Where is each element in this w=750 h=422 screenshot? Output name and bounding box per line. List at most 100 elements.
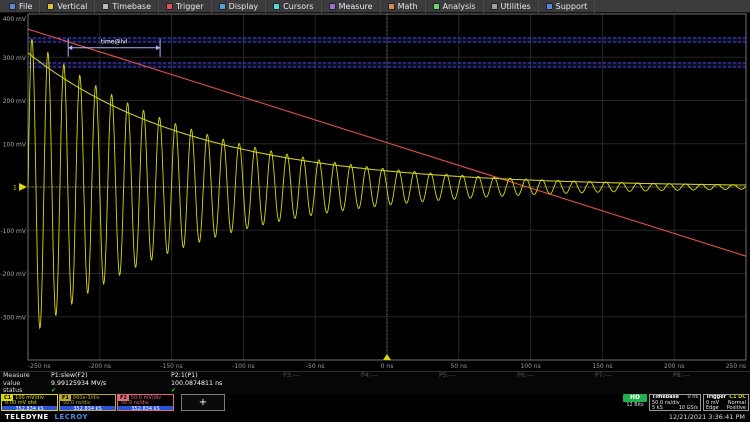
gate-arrowhead-right (156, 45, 160, 50)
measure-name-p4[interactable]: P4:--- (358, 372, 436, 380)
measure-row-label-value: value (0, 380, 48, 388)
x-axis-label: -150 ns (160, 363, 182, 370)
y-axis-label: -300 mV (1, 314, 27, 321)
status-bar: TELEDYNE LECROY 12/21/2021 3:36:41 PM (0, 411, 750, 422)
measure-table: MeasureP1:slew(F2)P2:1(P1)P3:---P4:---P5… (0, 371, 750, 394)
analysis-icon (433, 3, 440, 10)
support-icon (546, 3, 553, 10)
menu-item-display[interactable]: Display (212, 0, 267, 13)
acquisition-status-cluster: HD 12 Bits Timebase 0 ns 50.0 ns/div 5 k… (623, 394, 749, 411)
y-axis-label: 100 mV (3, 141, 27, 148)
menu-item-label: Cursors (283, 2, 313, 11)
measure-name-p3[interactable]: P3:--- (280, 372, 358, 380)
y-axis-label: 400 mV (3, 16, 27, 23)
menu-item-label: Analysis (443, 2, 476, 11)
cursors-icon (273, 3, 280, 10)
clock-datetime: 12/21/2021 3:36:41 PM (669, 413, 745, 421)
x-axis-label: 100 ns (520, 363, 540, 370)
measure-status-p3 (280, 387, 358, 395)
trigger-time-marker[interactable] (383, 354, 391, 360)
x-axis-label: -200 ns (89, 363, 111, 370)
menu-item-label: Measure (339, 2, 373, 11)
y-axis-label: 200 mV (3, 98, 27, 105)
menu-item-label: Math (398, 2, 418, 11)
menu-item-utilities[interactable]: Utilities (484, 0, 539, 13)
menu-item-label: Display (229, 2, 259, 11)
measure-status-p4 (358, 387, 436, 395)
brand-teledyne: TELEDYNE (5, 413, 49, 421)
menu-item-label: File (19, 2, 32, 11)
display-icon (219, 3, 226, 10)
menu-item-label: Utilities (501, 2, 531, 11)
menu-item-vertical[interactable]: Vertical (40, 0, 95, 13)
x-axis-label: 250 ns (726, 363, 746, 370)
measure-value-p5 (436, 380, 514, 388)
trace-descriptor-c1[interactable]: C1100 mV/div0.00 mV ofst352.834 kS (1, 394, 58, 411)
trigger-icon (166, 3, 173, 10)
menu-item-timebase[interactable]: Timebase (95, 0, 159, 13)
y-axis-label: -100 mV (1, 228, 27, 235)
x-axis-label: -50 ns (306, 363, 325, 370)
menu-item-label: Timebase (112, 2, 151, 11)
add-trace-button[interactable]: + (181, 394, 225, 411)
trace-descriptor-row: C1100 mV/div0.00 mV ofst352.834 kSF1860e… (1, 394, 225, 411)
measure-icon (329, 3, 336, 10)
channel1-marker-label: 1 (13, 185, 17, 192)
hd-indicator: HD 12 Bits (623, 394, 647, 409)
waveform-display[interactable]: time@lvl 1 400 mV 300 mV 200 mV 100 mV -100 mV… (0, 13, 750, 371)
x-axis-label: 0 ns (381, 363, 394, 370)
menu-item-file[interactable]: File (2, 0, 40, 13)
hd-bits-label: 12 Bits (623, 402, 647, 409)
measure-name-p1[interactable]: P1:slew(F2) (48, 372, 168, 380)
measure-name-p5[interactable]: P5:--- (436, 372, 514, 380)
measure-value-p2: 100.0874811 ns (168, 380, 280, 388)
measure-name-p6[interactable]: P6:--- (514, 372, 592, 380)
x-axis-label: -250 ns (28, 363, 50, 370)
measure-value-p6 (514, 380, 592, 388)
y-axis-label: -200 mV (1, 271, 27, 278)
measure-status-p5 (436, 387, 514, 395)
measure-value-p8 (670, 380, 748, 388)
measure-name-p7[interactable]: P7:--- (592, 372, 670, 380)
oscilloscope-screen: File Vertical Timebase Trigger Display Cursor… (0, 0, 750, 422)
trace-descriptor-f2[interactable]: F250.0 mV/div50.0 ns/div352.834 kS (117, 394, 174, 411)
timebase-box[interactable]: Timebase 0 ns 50.0 ns/div 5 kS 10 GS/s (649, 394, 701, 411)
hd-badge: HD (623, 394, 647, 402)
x-axis-label: 150 ns (592, 363, 612, 370)
menu-item-label: Vertical (57, 2, 87, 11)
vertical-icon (47, 3, 54, 10)
measure-status-p6 (514, 387, 592, 395)
brand-lecroy: LECROY (55, 413, 89, 421)
menu-item-label: Trigger (176, 2, 204, 11)
brand-logo: TELEDYNE LECROY (5, 413, 88, 421)
timebase-icon (102, 3, 109, 10)
y-axis-label: 300 mV (3, 55, 27, 62)
menu-item-math[interactable]: Math (381, 0, 426, 13)
measure-name-p2[interactable]: P2:1(P1) (168, 372, 280, 380)
file-icon (9, 3, 16, 10)
math-icon (388, 3, 395, 10)
trace-descriptor-f1[interactable]: F1860e-3/div50.0 ns/div352.834 kS (59, 394, 116, 411)
timebase-offset: 0 ns (687, 395, 698, 401)
measure-row-label-name: Measure (0, 372, 48, 380)
measure-value-p7 (592, 380, 670, 388)
channel1-level-marker[interactable] (19, 183, 27, 191)
x-axis-label: 50 ns (451, 363, 467, 370)
gate-label: time@lvl (101, 39, 128, 46)
measure-name-p8[interactable]: P8:--- (670, 372, 748, 380)
menu-item-measure[interactable]: Measure (322, 0, 381, 13)
menu-item-label: Support (556, 2, 588, 11)
scope-grid[interactable]: time@lvl 1 400 mV 300 mV 200 mV 100 mV -100 mV… (0, 13, 750, 371)
measure-value-p4 (358, 380, 436, 388)
gate-arrowhead-left (68, 45, 72, 50)
x-axis-label: 200 ns (664, 363, 684, 370)
menu-bar: File Vertical Timebase Trigger Display Cursor… (0, 0, 750, 13)
menu-item-analysis[interactable]: Analysis (426, 0, 484, 13)
utilities-icon (491, 3, 498, 10)
measure-value-p3 (280, 380, 358, 388)
measure-value-p1: 9.99125934 MV/s (48, 380, 168, 388)
trigger-box[interactable]: Trigger C1 DC 0 mV Normal Edge Positive (703, 394, 749, 411)
menu-item-trigger[interactable]: Trigger (159, 0, 212, 13)
menu-item-cursors[interactable]: Cursors (266, 0, 321, 13)
menu-item-support[interactable]: Support (539, 0, 596, 13)
